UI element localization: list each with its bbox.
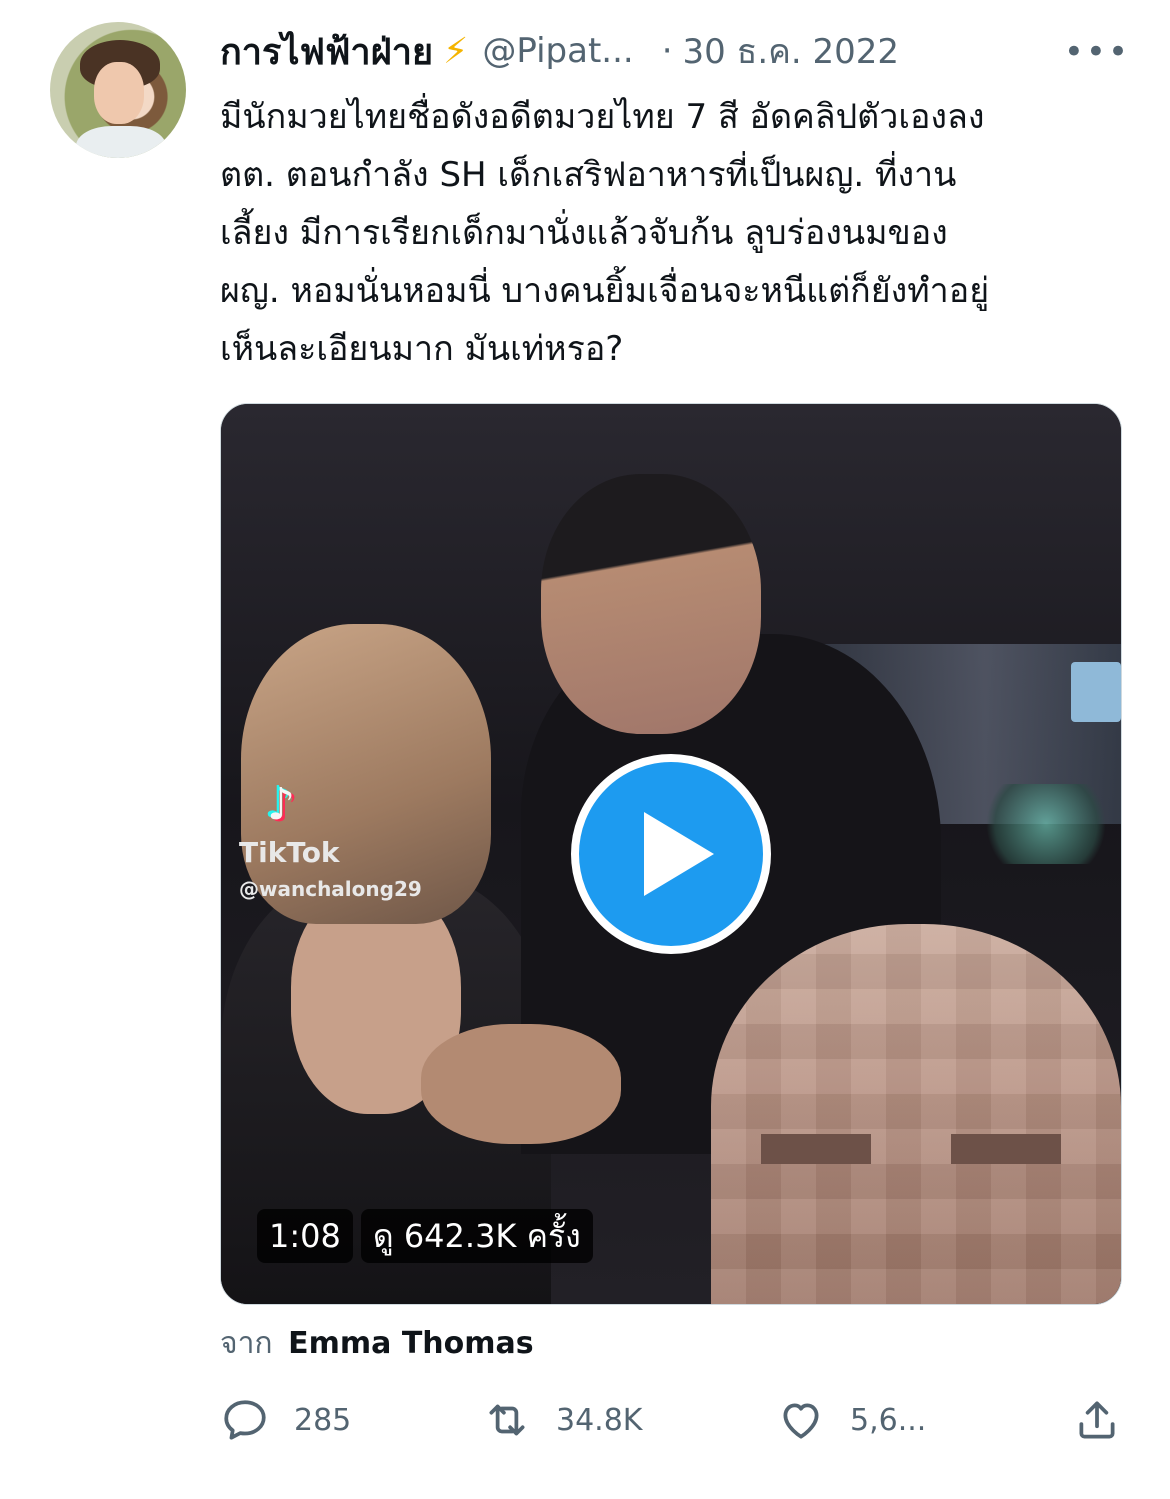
video-frame-figure	[421, 1024, 621, 1144]
separator-dot: ·	[661, 31, 673, 71]
tiktok-logo-icon: ♪	[267, 779, 296, 830]
tiktok-watermark: ♪ TikTok @wanchalong29	[239, 779, 422, 901]
pixelated-face	[711, 924, 1121, 1304]
retweet-count: 34.8K	[556, 1402, 643, 1438]
tweet-actions: 285 34.8K 5,6...	[220, 1390, 1120, 1450]
view-count: ดู 642.3K ครั้ง	[360, 1209, 593, 1263]
tiktok-brand: TikTok	[239, 836, 340, 869]
like-count: 5,6...	[850, 1402, 927, 1438]
reply-count: 285	[294, 1402, 352, 1438]
video-frame-glow	[971, 784, 1121, 864]
tiktok-username: @wanchalong29	[239, 877, 422, 901]
tweet-text-line: เลี้ยง มีการเรียกเด็กมานั่งแล้วจับก้น ลู…	[220, 213, 948, 253]
lightning-emoji-icon: ⚡	[443, 30, 469, 72]
tweet-text: มีนักมวยไทยชื่อดังอดีตมวยไทย 7 สี อัดคลิ…	[220, 88, 1130, 378]
tweet-header: การไฟฟ้าฝ่าย ⚡ @Pipat... · 30 ธ.ค. 2022 …	[220, 26, 1130, 76]
share-button[interactable]	[1072, 1390, 1122, 1450]
reply-icon	[224, 1400, 266, 1440]
retweet-icon	[489, 1404, 525, 1436]
user-handle[interactable]: @Pipat...	[482, 31, 633, 71]
attribution-name[interactable]: Emma Thomas	[288, 1326, 534, 1361]
more-options-icon[interactable]: •••	[1064, 32, 1130, 72]
video-duration: 1:08	[257, 1209, 353, 1263]
avatar-shirt	[76, 126, 166, 158]
pixelated-eye	[951, 1134, 1061, 1164]
retweet-button[interactable]: 34.8K	[482, 1390, 642, 1450]
video-frame-sign	[1071, 662, 1121, 722]
play-button[interactable]	[571, 754, 771, 954]
play-icon	[644, 812, 714, 896]
display-name[interactable]: การไฟฟ้าฝ่าย	[220, 23, 433, 80]
video-info-badges: 1:08 ดู 642.3K ครั้ง	[257, 1209, 593, 1263]
reply-button[interactable]: 285	[220, 1390, 351, 1450]
tweet-text-line: มีนักมวยไทยชื่อดังอดีตมวยไทย 7 สี อัดคลิ…	[220, 97, 985, 137]
video-player[interactable]: ♪ TikTok @wanchalong29 1:08 ดู 642.3K คร…	[220, 403, 1122, 1305]
pixelated-eye	[761, 1134, 871, 1164]
heart-icon	[783, 1403, 819, 1439]
avatar-face	[94, 62, 144, 124]
share-icon	[1079, 1401, 1115, 1439]
video-frame-figure	[541, 474, 761, 734]
tweet-text-line: เห็นละเอียนมาก มันเท่หรอ?	[220, 329, 624, 369]
tweet-text-line: ตต. ตอนกำลัง SH เด็กเสริฟอาหารที่เป็นผญ.…	[220, 155, 957, 195]
tweet-text-line: ผญ. หอมนั่นหอมนี่ บางคนยิ้มเจื่อนจะหนีแต…	[220, 271, 990, 311]
video-attribution: จาก Emma Thomas	[220, 1320, 534, 1367]
user-avatar[interactable]	[50, 22, 186, 158]
tweet-date[interactable]: 30 ธ.ค. 2022	[683, 24, 900, 78]
attribution-prefix: จาก	[220, 1326, 273, 1361]
like-button[interactable]: 5,6...	[776, 1390, 926, 1450]
